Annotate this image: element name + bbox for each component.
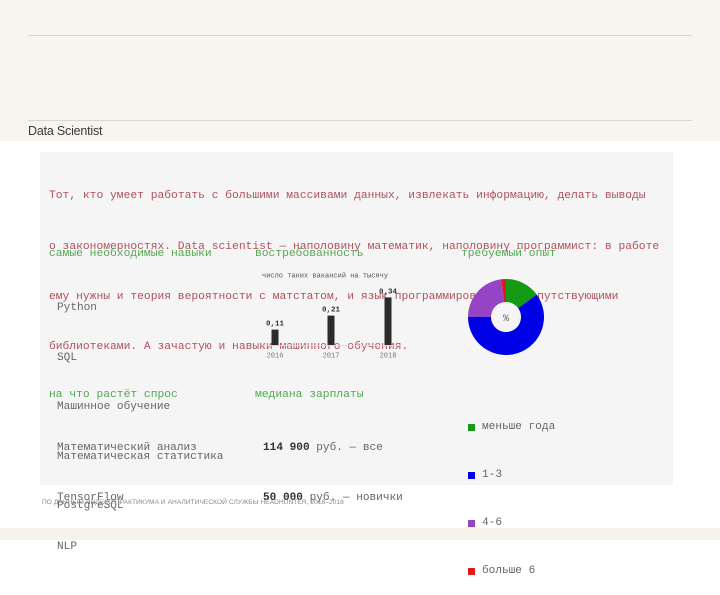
skills-heading: самые необходимые навыки bbox=[49, 248, 212, 260]
legend-swatch bbox=[468, 519, 475, 527]
intro-line: Тот, кто умеет работать с большими масси… bbox=[49, 190, 646, 203]
footer-band bbox=[0, 528, 720, 540]
bar-value-label: 0,34 bbox=[379, 288, 398, 296]
chart-subtitle: число таких вакансий на тысячу bbox=[262, 272, 388, 281]
experience-heading: требуемый опыт bbox=[461, 248, 556, 260]
legend-label: больше 6 bbox=[482, 565, 536, 577]
source-footnote: ПО ДАННЫМ ЯНДЕКС.ПРАКТИКУМА И АНАЛИТИЧЕС… bbox=[42, 499, 344, 506]
bar-2018 bbox=[384, 297, 392, 345]
bar-value-label: 0,11 bbox=[266, 321, 285, 329]
donut-slice-3 bbox=[468, 279, 505, 317]
top-divider bbox=[28, 35, 692, 36]
legend-label: 1-3 bbox=[482, 469, 502, 481]
experience-donut-chart: % bbox=[468, 279, 544, 355]
experience-legend: меньше года 1-3 4-6 больше 6 bbox=[468, 387, 555, 595]
bar-2017 bbox=[327, 315, 335, 345]
growth-item: Математический анализ bbox=[57, 442, 197, 454]
skill-item: SQL bbox=[57, 351, 77, 364]
salary-heading: медиана зарплаты bbox=[255, 389, 364, 401]
demand-heading: востребованность bbox=[255, 248, 364, 260]
page-title: Data Scientist bbox=[28, 124, 103, 138]
x-tick-label: 2016 bbox=[267, 353, 284, 361]
x-tick-label: 2018 bbox=[380, 353, 397, 361]
legend-item: 1-3 bbox=[468, 467, 555, 483]
donut-center-label: % bbox=[503, 313, 510, 325]
legend-item: меньше года bbox=[468, 419, 555, 435]
legend-swatch bbox=[468, 567, 475, 575]
salary-row-all: 114 900 руб. — все bbox=[263, 440, 403, 457]
growth-item: NLP bbox=[57, 541, 77, 553]
legend-swatch bbox=[468, 423, 475, 431]
bar-value-label: 0,21 bbox=[322, 307, 341, 315]
salary-amount: 114 900 bbox=[263, 442, 310, 454]
legend-swatch bbox=[468, 471, 475, 479]
skill-item: Python bbox=[57, 302, 97, 314]
growth-heading: на что растёт спрос bbox=[49, 389, 178, 401]
x-tick-label: 2017 bbox=[323, 353, 340, 361]
legend-item: больше 6 bbox=[468, 563, 555, 579]
legend-label: меньше года bbox=[482, 421, 556, 433]
growth-list: Математический анализ TensorFlow NLP bbox=[57, 407, 197, 572]
title-divider bbox=[28, 120, 692, 121]
demand-bar-chart: число таких вакансий на тысячу 0,11 2016 0… bbox=[262, 272, 401, 361]
salary-label: руб. — все bbox=[309, 442, 383, 454]
bar-2016 bbox=[271, 329, 279, 345]
